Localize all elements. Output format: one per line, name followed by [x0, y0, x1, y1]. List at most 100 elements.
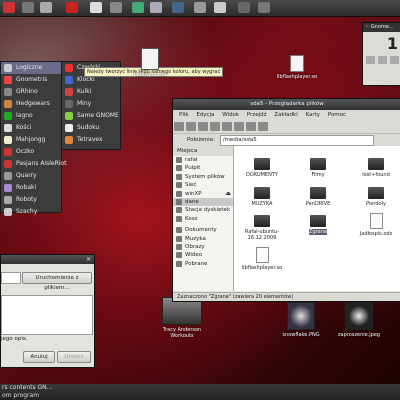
place-winxp[interactable]: winXP ⏏: [173, 190, 233, 198]
menu-item-sudoku[interactable]: Sudoku: [62, 122, 120, 134]
file-item-lost-found[interactable]: lost+found: [354, 158, 398, 178]
drive-icon: [176, 190, 182, 197]
place-filesystem[interactable]: System plików: [173, 173, 233, 181]
prev-button[interactable]: [366, 56, 375, 64]
menu-item-mahjongg[interactable]: Mahjongg: [1, 134, 61, 146]
network-icon: [176, 182, 182, 189]
up-button[interactable]: [198, 122, 208, 131]
launcher-icon[interactable]: [110, 2, 122, 13]
menu-plik[interactable]: Plik: [179, 112, 189, 118]
place-obrazy[interactable]: Obrazy: [173, 243, 233, 251]
place-wideo[interactable]: Wideo: [173, 251, 233, 259]
menu-item-hedgewars[interactable]: Hedgewars: [1, 98, 61, 110]
close-icon[interactable]: ✕: [365, 24, 369, 30]
cancel-button[interactable]: Anuluj: [23, 351, 55, 363]
search-button[interactable]: [258, 122, 268, 131]
launcher-icon[interactable]: [258, 2, 270, 13]
file-item-jadlospis[interactable]: Jadłospis.ods: [354, 213, 398, 237]
place-dokumenty[interactable]: Dokumenty: [173, 226, 233, 234]
menu-widok[interactable]: Widok: [222, 112, 239, 118]
place-trash[interactable]: Kosz: [173, 215, 233, 223]
mini-controls: [363, 56, 400, 66]
computer-button[interactable]: [246, 122, 256, 131]
menu-zakladki[interactable]: Zakładki: [274, 112, 297, 118]
next-button[interactable]: [377, 56, 387, 64]
place-rafal[interactable]: rafal: [173, 156, 233, 164]
toolbar: [173, 120, 400, 134]
image-thumbnail-icon: [345, 302, 373, 330]
menu-przejdz[interactable]: Przejdź: [247, 112, 267, 118]
taskbar-item[interactable]: rs contents GN...: [2, 384, 52, 391]
place-floppy[interactable]: Stacja dyskietek: [173, 206, 233, 214]
system-menu-icon[interactable]: [40, 2, 52, 13]
file-item-dokumenty[interactable]: DOKUMENTY: [240, 158, 284, 178]
file-item-filmy[interactable]: Filmy: [296, 158, 340, 178]
menu-item-same-gnome[interactable]: Same GNOME: [62, 110, 120, 122]
launcher-icon[interactable]: [194, 2, 206, 13]
stop-button[interactable]: [210, 122, 220, 131]
launcher-icon[interactable]: [150, 2, 162, 13]
choose-file-button[interactable]: Uruchomienie z plikiem...: [22, 272, 92, 291]
file-item-rafal-ubuntu[interactable]: Rafal-ubuntu-16.12.2009: [240, 215, 284, 241]
place-pobrane[interactable]: Pobrane: [173, 260, 233, 268]
menu-item-pasjans[interactable]: Pasjans AisleRiot: [1, 158, 66, 170]
desktop-icon-zaproszenie[interactable]: zaproszenie.jpeg: [334, 302, 384, 338]
places-menu-icon[interactable]: [22, 2, 34, 13]
command-field[interactable]: [1, 272, 21, 284]
mini-window-title: ✕ Gnome...: [363, 23, 400, 32]
file-item-libflashplayer[interactable]: libflashplayer.so: [238, 247, 286, 271]
desktop-icon-snowflake[interactable]: snowflake.PNG: [278, 302, 324, 338]
launcher-icon[interactable]: [172, 2, 184, 13]
place-network[interactable]: Sieć: [173, 181, 233, 189]
file-item-pendrive[interactable]: PenDRIVE: [296, 187, 340, 207]
desktop-icon-libflashplayer[interactable]: libflashplayer.so: [272, 55, 322, 80]
menu-item-iagno[interactable]: Iagno: [1, 110, 61, 122]
mine-icon: [65, 100, 73, 108]
menu-item-gnometris[interactable]: Gnometris: [1, 74, 61, 86]
forward-button[interactable]: [186, 122, 196, 131]
home-button[interactable]: [234, 122, 244, 131]
desktop-icon-tracy-anderson[interactable]: Tracy Anderson Workouts: [158, 297, 206, 339]
create-button[interactable]: Utwórz: [57, 351, 91, 363]
launcher-icon[interactable]: [90, 2, 102, 13]
applications-menu-icon[interactable]: [3, 2, 15, 13]
location-input[interactable]: /media/sda5: [219, 135, 374, 146]
menu-item-grhino[interactable]: GRhino: [1, 86, 61, 98]
menu-karty[interactable]: Karty: [306, 112, 321, 118]
launcher-icon[interactable]: [238, 2, 250, 13]
spreadsheet-file-icon: [369, 213, 383, 229]
menu-item-robaki[interactable]: Robaki: [1, 182, 61, 194]
eject-icon[interactable]: ⏏: [226, 190, 231, 198]
description-field[interactable]: [1, 295, 93, 335]
back-button[interactable]: [174, 122, 184, 131]
play-button[interactable]: [389, 56, 399, 64]
desktop-icon-jadlospis[interactable]: Jadłospis.ods: [130, 48, 170, 78]
menu-item-szachy[interactable]: Szachy: [1, 206, 61, 218]
drive-icon: [176, 173, 182, 180]
launcher-icon[interactable]: [66, 2, 78, 13]
menu-item-oczko[interactable]: Oczko: [1, 146, 61, 158]
place-muzyka[interactable]: Muzyka: [173, 235, 233, 243]
file-item-zgrane[interactable]: Zgrane: [296, 215, 340, 235]
menu-item-miny[interactable]: Miny: [62, 98, 120, 110]
close-icon[interactable]: ✕: [86, 256, 91, 263]
launcher-icon[interactable]: [214, 2, 226, 13]
menu-item-logiczne[interactable]: Logiczne: [1, 62, 61, 74]
menu-item-quarry[interactable]: Quarry: [1, 170, 61, 182]
reload-button[interactable]: [222, 122, 232, 131]
file-item-muzyka[interactable]: MUZYKA: [240, 187, 284, 207]
launcher-icon[interactable]: [132, 2, 144, 13]
menu-pomoc[interactable]: Pomoc: [328, 112, 346, 118]
sidebar-header[interactable]: Miejsca: [173, 146, 233, 156]
menu-edycja[interactable]: Edycja: [196, 112, 214, 118]
taskbar-item[interactable]: om program: [2, 392, 39, 399]
menu-item-kulki[interactable]: Kulki: [62, 86, 120, 98]
file-item-pierdoly[interactable]: Pierdoly: [354, 187, 398, 207]
dice-icon: [4, 124, 12, 132]
menu-item-tetravex[interactable]: Tetravex: [62, 134, 120, 146]
dialog-titlebar: ✕: [1, 255, 94, 264]
place-pulpit[interactable]: Pulpit: [173, 164, 233, 172]
menu-item-roboty[interactable]: Roboty: [1, 194, 61, 206]
menu-item-kosci[interactable]: Kości: [1, 122, 61, 134]
place-dane[interactable]: dane: [173, 197, 233, 207]
